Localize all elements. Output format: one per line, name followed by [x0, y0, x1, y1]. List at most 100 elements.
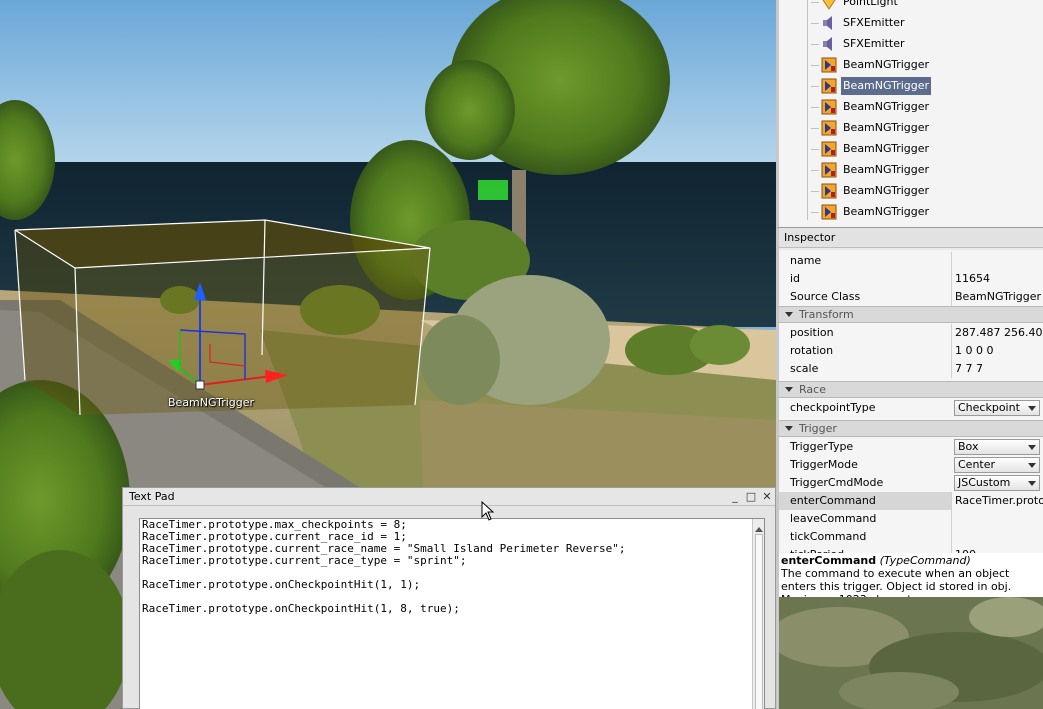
- prop-row-tick-period[interactable]: tickPeriod 100: [779, 546, 1043, 553]
- chevron-down-icon: [1028, 445, 1036, 450]
- select-value: Center: [958, 458, 996, 471]
- prop-label: id: [790, 272, 801, 285]
- prop-row-position[interactable]: position 287.487 256.403 :: [779, 324, 1043, 342]
- tree-branch-line: [811, 211, 819, 213]
- chevron-down-icon: [1028, 481, 1036, 486]
- group-trigger[interactable]: Trigger: [779, 420, 1043, 437]
- speaker-icon: [821, 36, 837, 52]
- code-line[interactable]: RaceTimer.prototype.current_race_type = …: [142, 555, 762, 567]
- prop-row-id: id 11654: [779, 270, 1043, 288]
- prop-label: checkpointType: [790, 401, 876, 414]
- prop-label: tickPeriod: [779, 546, 951, 553]
- tree-branch-line: [811, 85, 819, 87]
- trigger-type-select[interactable]: Box: [954, 439, 1040, 455]
- tree-branch-line: [811, 148, 819, 150]
- prop-label: enterCommand: [779, 492, 951, 510]
- text-pad-titlebar[interactable]: Text Pad _ □ ✕: [123, 488, 775, 506]
- scroll-up-icon[interactable]: [754, 527, 763, 532]
- window-title: Text Pad: [129, 490, 175, 503]
- minimize-button[interactable]: _: [727, 489, 743, 505]
- text-pad-window[interactable]: Text Pad _ □ ✕ RaceTimer.prototype.max_c…: [122, 487, 776, 709]
- tree-branch-line: [811, 64, 819, 66]
- source-class-value: BeamNGTrigger: [951, 288, 1043, 306]
- code-text[interactable]: RaceTimer.prototype.max_checkpoints = 8;…: [140, 519, 764, 615]
- terrain-preview: [776, 597, 1043, 709]
- prop-row-trigger-cmd-mode[interactable]: TriggerCmdMode JSCustom: [779, 474, 1043, 492]
- prop-row-scale[interactable]: scale 7 7 7: [779, 360, 1043, 378]
- maximize-button[interactable]: □: [743, 489, 759, 505]
- prop-row-leave-command[interactable]: leaveCommand: [779, 510, 1043, 528]
- tick-period-field[interactable]: 100: [951, 546, 1043, 553]
- rotation-field[interactable]: 1 0 0 0: [951, 342, 1043, 360]
- scene-tree-item[interactable]: BeamNGTrigger: [811, 202, 931, 222]
- prop-label: rotation: [790, 344, 834, 357]
- leave-command-field[interactable]: [951, 510, 1043, 528]
- scene-tree-item-label: BeamNGTrigger: [843, 184, 930, 197]
- scene-tree-item-label: BeamNGTrigger: [843, 58, 930, 71]
- collapse-arrow-icon: [785, 387, 793, 392]
- code-line[interactable]: RaceTimer.prototype.onCheckpointHit(1, 1…: [142, 579, 762, 591]
- select-value: JSCustom: [958, 476, 1011, 489]
- prop-row-name[interactable]: name: [779, 252, 1043, 270]
- enter-command-field[interactable]: RaceTimer.prototy: [951, 492, 1043, 510]
- select-value: Checkpoint: [958, 401, 1020, 414]
- inspector-panel: Inspector name id 11654 Source Class Bea…: [776, 228, 1043, 597]
- trigger-cmd-mode-select[interactable]: JSCustom: [954, 475, 1040, 491]
- prop-row-rotation[interactable]: rotation 1 0 0 0: [779, 342, 1043, 360]
- prop-label: name: [790, 254, 822, 267]
- scene-tree-item[interactable]: BeamNGTrigger: [811, 55, 931, 75]
- position-field[interactable]: 287.487 256.403 :: [951, 324, 1043, 342]
- name-field[interactable]: [951, 252, 1043, 270]
- description-text: The command to execute when an object en…: [781, 567, 1012, 597]
- trigger-icon: [821, 183, 837, 199]
- scene-tree-item-label: BeamNGTrigger: [843, 205, 930, 218]
- point-light-icon: [821, 0, 837, 10]
- scene-tree-item[interactable]: SFXEmitter: [811, 13, 906, 33]
- code-line[interactable]: RaceTimer.prototype.onCheckpointHit(1, 8…: [142, 603, 762, 615]
- scene-tree-item-label: BeamNGTrigger: [843, 163, 930, 176]
- prop-row-tick-command[interactable]: tickCommand: [779, 528, 1043, 546]
- scene-tree-item-label: BeamNGTrigger: [841, 77, 932, 95]
- trigger-icon: [821, 204, 837, 220]
- property-description: enterCommand (TypeCommand) The command t…: [779, 553, 1043, 597]
- scene-tree-item[interactable]: BeamNGTrigger: [811, 118, 931, 138]
- scene-tree-panel[interactable]: PointLight SFXEmitter SFXEmitter BeamNGTrig…: [776, 0, 1043, 228]
- prop-row-trigger-type[interactable]: TriggerType Box: [779, 438, 1043, 456]
- group-transform[interactable]: Transform: [779, 306, 1043, 323]
- mouse-cursor-icon: [481, 501, 495, 521]
- trigger-icon: [821, 57, 837, 73]
- scene-tree-item[interactable]: BeamNGTrigger: [811, 181, 931, 201]
- close-button[interactable]: ✕: [759, 489, 775, 505]
- scroll-thumb[interactable]: [754, 534, 763, 709]
- scene-tree-item-label: BeamNGTrigger: [843, 100, 930, 113]
- prop-row-enter-command[interactable]: enterCommand RaceTimer.prototy: [779, 492, 1043, 510]
- tick-command-field[interactable]: [951, 528, 1043, 546]
- scale-field[interactable]: 7 7 7: [951, 360, 1043, 378]
- prop-row-checkpoint-type[interactable]: checkpointType Checkpoint: [779, 399, 1043, 417]
- group-race[interactable]: Race: [779, 381, 1043, 398]
- code-editor[interactable]: RaceTimer.prototype.max_checkpoints = 8;…: [139, 518, 765, 709]
- scene-tree-item[interactable]: BeamNGTrigger: [811, 76, 932, 96]
- prop-label: leaveCommand: [790, 512, 877, 525]
- scene-tree-item-label: BeamNGTrigger: [843, 142, 930, 155]
- scene-tree-item-label: SFXEmitter: [843, 37, 905, 50]
- trigger-icon: [821, 141, 837, 157]
- checkpoint-type-select[interactable]: Checkpoint: [954, 400, 1040, 416]
- inspector-title: Inspector: [779, 228, 1043, 248]
- scene-tree-item[interactable]: PointLight: [811, 0, 900, 12]
- trigger-icon: [821, 162, 837, 178]
- tree-branch-line: [811, 169, 819, 171]
- scene-tree-item[interactable]: BeamNGTrigger: [811, 97, 931, 117]
- description-property-type: (TypeCommand): [879, 554, 971, 567]
- prop-row-trigger-mode[interactable]: TriggerMode Center: [779, 456, 1043, 474]
- chevron-down-icon: [1028, 463, 1036, 468]
- editor-scrollbar[interactable]: [752, 519, 764, 709]
- scene-tree-item[interactable]: BeamNGTrigger: [811, 139, 931, 159]
- scene-tree-item[interactable]: SFXEmitter: [811, 34, 906, 54]
- tree-branch-line: [811, 22, 819, 24]
- trigger-mode-select[interactable]: Center: [954, 457, 1040, 473]
- scene-tree-item[interactable]: BeamNGTrigger: [811, 160, 931, 180]
- group-label: Trigger: [799, 422, 837, 435]
- trigger-icon: [821, 99, 837, 115]
- scene-tree-item-label: SFXEmitter: [843, 16, 905, 29]
